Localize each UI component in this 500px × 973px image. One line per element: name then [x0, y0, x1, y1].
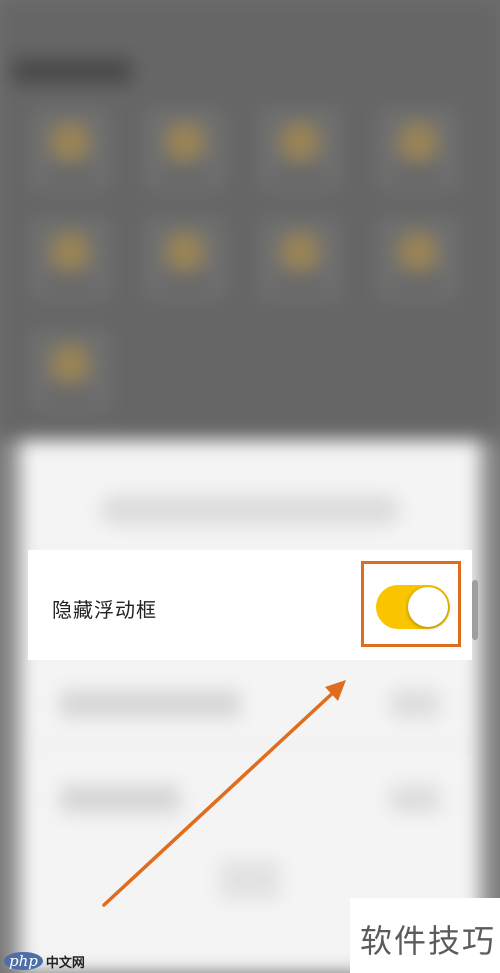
blurred-grid-item [260, 108, 340, 190]
blurred-grid-item [30, 108, 110, 190]
blurred-search-pill [100, 495, 400, 525]
site-watermark: php 中文网 [4, 950, 85, 972]
blurred-setting-control [390, 785, 440, 813]
blurred-grid-item [378, 108, 458, 190]
toggle-highlight-frame [361, 561, 461, 647]
blurred-grid-item [145, 108, 225, 190]
blurred-sheet-edge [480, 440, 500, 973]
watermark-text: 软件技巧 [360, 922, 497, 960]
setting-label: 隐藏浮动框 [52, 598, 157, 622]
watermark-box: 软件技巧 [350, 898, 500, 973]
screenshot-stage: 隐藏浮动框 软件技巧 php 中文网 [0, 0, 500, 973]
blurred-element [220, 860, 280, 900]
blurred-grid-item [30, 330, 110, 412]
blurred-setting-row [60, 690, 240, 718]
blurred-sheet-edge [0, 440, 20, 973]
scrollbar-thumb[interactable] [472, 580, 478, 640]
blurred-background [0, 0, 500, 973]
blurred-grid-item [30, 218, 110, 300]
blurred-grid-item [260, 218, 340, 300]
blurred-divider [30, 745, 470, 747]
blurred-grid-item [378, 218, 458, 300]
site-name: 中文网 [45, 955, 85, 971]
blurred-section-title [12, 58, 132, 84]
blurred-setting-row [60, 785, 180, 813]
php-logo-icon: php [4, 952, 43, 970]
blurred-grid-item [145, 218, 225, 300]
blurred-setting-control [390, 690, 440, 718]
